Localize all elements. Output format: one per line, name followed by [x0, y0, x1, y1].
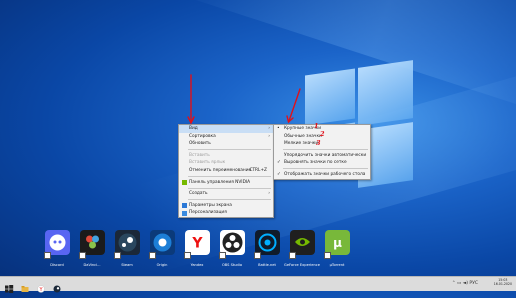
- desktop[interactable]: Вид › Сортировка › Обновить Вставить Вставить …: [0, 0, 516, 276]
- desktop-shortcut-label: DaVinci...: [83, 263, 101, 267]
- desktop-shortcut[interactable]: Battle.net: [252, 230, 282, 272]
- clock[interactable]: 15:03 16.01.2020: [494, 278, 512, 286]
- context-menu-item[interactable]: Вставить: [179, 152, 273, 160]
- menu-item-label: Обычные значки: [284, 133, 322, 139]
- shortcut-arrow-icon: [219, 252, 226, 259]
- menu-separator: [188, 199, 271, 201]
- taskbar-explorer[interactable]: [20, 279, 30, 292]
- menu-item-shortcut: CTRL+Z: [249, 167, 267, 173]
- context-menu-item[interactable]: Обновить: [179, 140, 273, 148]
- desktop-shortcut[interactable]: Discord: [42, 230, 72, 272]
- volume-icon[interactable]: ◄): [463, 281, 468, 286]
- menu-item-label: Сортировка: [189, 133, 216, 139]
- menu-separator: [188, 176, 271, 178]
- context-menu-item[interactable]: Параметры экрана: [179, 202, 273, 210]
- start-button[interactable]: [4, 279, 14, 293]
- radio-dot-icon: •: [277, 126, 280, 131]
- submenu-item[interactable]: ✓ Выровнять значки по сетке: [274, 159, 370, 167]
- desktop-shortcut[interactable]: Y Yandex: [182, 230, 212, 272]
- svg-text:Y: Y: [191, 236, 203, 252]
- desktop-shortcut[interactable]: OBS Studio: [217, 230, 247, 272]
- chevron-right-icon: ›: [268, 126, 270, 131]
- desktop-shortcut-label: Discord: [50, 263, 64, 267]
- taskbar-yandex[interactable]: Y: [36, 279, 46, 293]
- desktop-shortcut[interactable]: Steam: [112, 230, 142, 272]
- context-menu-item[interactable]: Вид ›: [179, 125, 273, 133]
- chevron-up-icon[interactable]: ⌃: [452, 281, 456, 286]
- submenu-item[interactable]: Мелкие значки: [274, 140, 370, 148]
- context-menu-item[interactable]: Сортировка ›: [179, 133, 273, 141]
- folder-icon: [21, 286, 29, 292]
- menu-separator: [283, 168, 368, 170]
- red-arrow-line: [288, 88, 301, 122]
- shortcut-arrow-icon: [289, 252, 296, 259]
- context-menu-item[interactable]: Вставить ярлык: [179, 159, 273, 167]
- context-menu-item[interactable]: Создать ›: [179, 190, 273, 198]
- taskbar-steam[interactable]: [52, 279, 62, 293]
- desktop-shortcut[interactable]: DaVinci...: [77, 230, 107, 272]
- menu-item-label: Параметры экрана: [189, 202, 232, 208]
- menu-item-label: Обновить: [189, 141, 211, 147]
- display-settings-icon: [181, 203, 187, 209]
- menu-item-label: Отображать значки рабочего стола: [284, 171, 366, 177]
- desktop-shortcut-label: µTorrent: [329, 263, 345, 267]
- desktop-shortcut-label: GeForce Experience: [284, 263, 320, 267]
- submenu-item[interactable]: Упорядочить значки автоматически: [274, 152, 370, 160]
- annotation-number-2: 2: [320, 130, 325, 138]
- yandex-browser-icon: Y: [37, 285, 45, 293]
- menu-item-label: Панель управления NVIDIA: [189, 179, 251, 185]
- menu-separator: [283, 149, 368, 151]
- menu-item-label: Мелкие значки: [284, 141, 319, 147]
- chevron-right-icon: ›: [268, 191, 270, 197]
- shortcut-arrow-icon: [79, 252, 86, 259]
- shortcut-arrow-icon: [44, 252, 51, 259]
- shortcut-arrow-icon: [149, 252, 156, 259]
- network-icon[interactable]: ▭: [457, 281, 461, 286]
- desktop-shortcut-label: Steam: [121, 263, 133, 267]
- context-menu-item[interactable]: Персонализация: [179, 209, 273, 217]
- steam-icon: [53, 285, 61, 293]
- desktop-shortcut-label: Yandex: [190, 263, 204, 267]
- language-indicator[interactable]: РУС: [469, 281, 478, 286]
- shortcut-arrow-icon: [114, 252, 121, 259]
- shortcut-arrow-icon: [254, 252, 261, 259]
- chevron-right-icon: ›: [268, 133, 270, 139]
- shortcut-arrow-icon: [324, 252, 331, 259]
- shortcut-arrow-icon: [184, 252, 191, 259]
- menu-item-label: Упорядочить значки автоматически: [284, 152, 367, 158]
- checkmark-icon: ✓: [277, 171, 281, 177]
- nvidia-icon: [181, 179, 187, 185]
- menu-item-label: Выровнять значки по сетке: [284, 160, 347, 166]
- menu-separator: [188, 187, 271, 189]
- context-menu-item[interactable]: Отменить переименование CTRL+Z: [179, 167, 273, 175]
- menu-item-label: Отменить переименование: [189, 167, 252, 173]
- desktop-shortcut-label: OBS Studio: [221, 263, 243, 267]
- context-menu-item[interactable]: Панель управления NVIDIA: [179, 179, 273, 187]
- desktop-shortcut-label: Origin: [156, 263, 168, 267]
- windows-start-icon: [5, 285, 14, 293]
- checkmark-icon: ✓: [277, 160, 281, 166]
- desktop-context-menu: Вид › Сортировка › Обновить Вставить Вставить …: [178, 124, 274, 218]
- menu-item-label: Вид: [189, 126, 198, 131]
- red-arrow-head: [286, 115, 294, 124]
- annotation-number-3: 3: [316, 139, 321, 147]
- menu-item-label: Вставить ярлык: [189, 160, 226, 166]
- desktop-shortcut[interactable]: Origin: [147, 230, 177, 272]
- clock-date: 16.01.2020: [493, 282, 512, 286]
- desktop-shortcut[interactable]: GeForce Experience: [284, 230, 320, 272]
- desktop-shortcut-label: Battle.net: [258, 263, 276, 267]
- annotation-number-1: 1: [314, 122, 319, 130]
- submenu-item[interactable]: ✓ Отображать значки рабочего стола: [274, 171, 370, 179]
- red-arrow-head: [187, 116, 195, 125]
- menu-item-label: Персонализация: [189, 210, 227, 216]
- taskbar: Y ⌃ ▭ ◄) РУС 15:03 16.01.2020: [0, 276, 516, 293]
- svg-text:µ: µ: [333, 236, 342, 250]
- menu-separator: [188, 149, 271, 151]
- menu-item-label: Вставить: [189, 152, 210, 158]
- menu-item-label: Создать: [189, 191, 208, 197]
- personalize-icon: [181, 210, 187, 216]
- desktop-icons: Discord DaVinci... Steam Origin Y Yandex OBS S…: [42, 230, 362, 274]
- tray-icons[interactable]: ⌃ ▭ ◄) РУС: [452, 281, 478, 286]
- desktop-shortcut[interactable]: µ µTorrent: [322, 230, 352, 272]
